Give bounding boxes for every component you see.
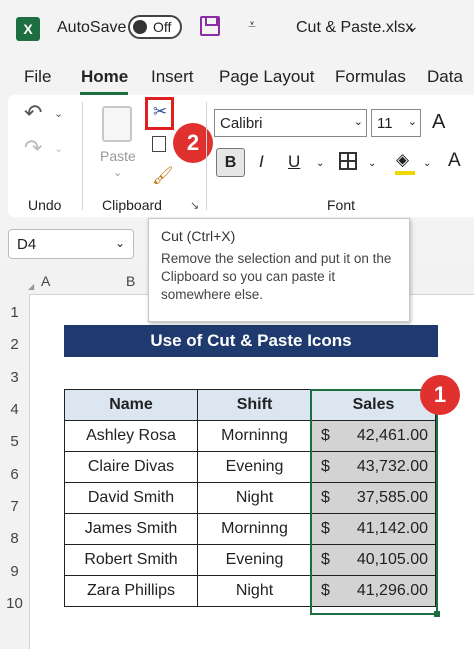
- selection-border: [310, 389, 438, 615]
- cut-button[interactable]: ✂: [145, 97, 174, 130]
- tooltip-description: Remove the selection and put it on the C…: [161, 251, 392, 302]
- grow-font-icon[interactable]: A: [432, 111, 445, 134]
- font-name-select[interactable]: Calibri ⌄: [214, 109, 367, 137]
- cell-name[interactable]: Claire Divas: [64, 451, 198, 483]
- font-size-value: 11: [377, 115, 393, 132]
- group-divider: [206, 102, 207, 210]
- chevron-down-icon[interactable]: ⌄: [407, 18, 419, 35]
- tab-file[interactable]: File: [24, 67, 51, 87]
- chevron-down-icon[interactable]: ⌄: [368, 158, 376, 169]
- tab-home[interactable]: Home: [81, 67, 128, 87]
- chevron-down-icon[interactable]: ⌄: [316, 158, 324, 169]
- fill-handle[interactable]: [434, 611, 440, 617]
- chevron-down-icon[interactable]: ⌄: [54, 107, 63, 120]
- sheet-title[interactable]: Use of Cut & Paste Icons: [64, 325, 438, 357]
- paste-label[interactable]: Paste: [100, 148, 136, 164]
- font-color-icon[interactable]: A: [448, 150, 461, 172]
- copy-icon[interactable]: [152, 136, 166, 152]
- group-divider: [82, 102, 83, 210]
- chevron-down-icon[interactable]: ⌄: [54, 142, 63, 155]
- chevron-down-icon[interactable]: ⌄: [113, 166, 122, 179]
- customize-qat-icon[interactable]: ⩡: [248, 16, 256, 33]
- cut-tooltip: Cut (Ctrl+X) Remove the selection and pu…: [148, 218, 410, 322]
- row-header[interactable]: 2: [0, 336, 29, 353]
- cell-shift[interactable]: Night: [197, 482, 312, 514]
- clipboard-group-label: Clipboard: [102, 197, 162, 213]
- header-name[interactable]: Name: [64, 389, 198, 421]
- undo-icon[interactable]: ↶: [24, 100, 42, 126]
- row-header[interactable]: 9: [0, 563, 29, 580]
- tooltip-title: Cut (Ctrl+X): [161, 228, 236, 244]
- redo-icon[interactable]: ↷: [24, 135, 42, 161]
- font-group-label: Font: [327, 197, 356, 213]
- header-shift[interactable]: Shift: [197, 389, 312, 421]
- tab-formulas[interactable]: Formulas: [335, 67, 406, 87]
- step-badge-2: 2: [173, 123, 213, 163]
- cell-shift[interactable]: Evening: [197, 544, 312, 576]
- bold-button[interactable]: B: [216, 148, 245, 177]
- font-size-select[interactable]: 11 ⌄: [371, 109, 421, 137]
- cell-shift[interactable]: Night: [197, 575, 312, 607]
- file-name[interactable]: Cut & Paste.xlsx: [296, 19, 413, 37]
- cut-icon: ✂: [153, 102, 168, 121]
- cell-shift[interactable]: Morninng: [197, 420, 312, 452]
- fill-color-swatch: [395, 171, 415, 175]
- paste-icon[interactable]: [102, 106, 132, 142]
- undo-group-label: Undo: [28, 197, 62, 213]
- cell-name[interactable]: Zara Phillips: [64, 575, 198, 607]
- column-header-b[interactable]: B: [126, 273, 135, 289]
- cell-name[interactable]: Ashley Rosa: [64, 420, 198, 452]
- format-painter-icon[interactable]: 🖌: [152, 166, 174, 186]
- name-box-value: D4: [17, 236, 37, 253]
- fill-color-icon[interactable]: ◈: [396, 150, 409, 170]
- save-icon[interactable]: [200, 16, 220, 36]
- cell-name[interactable]: David Smith: [64, 482, 198, 514]
- row-header[interactable]: 5: [0, 433, 29, 450]
- tab-page-layout[interactable]: Page Layout: [219, 67, 314, 87]
- row-header[interactable]: 3: [0, 369, 29, 386]
- font-name-value: Calibri: [220, 115, 263, 132]
- row-header[interactable]: 6: [0, 466, 29, 483]
- cell-shift[interactable]: Morninng: [197, 513, 312, 545]
- dialog-launcher-icon[interactable]: ↘: [190, 199, 199, 212]
- borders-icon[interactable]: [339, 152, 357, 170]
- italic-button[interactable]: I: [259, 152, 264, 172]
- name-box[interactable]: D4 ⌄: [8, 229, 134, 259]
- autosave-label: AutoSave: [57, 19, 127, 36]
- chevron-down-icon: ⌄: [114, 236, 125, 250]
- cell-name[interactable]: Robert Smith: [64, 544, 198, 576]
- tab-insert[interactable]: Insert: [151, 67, 194, 87]
- row-header[interactable]: 8: [0, 530, 29, 547]
- excel-logo-icon: X: [16, 17, 40, 41]
- toggle-knob: [133, 20, 147, 34]
- underline-button[interactable]: U: [288, 152, 300, 172]
- autosave-state: Off: [153, 19, 172, 35]
- row-header[interactable]: 4: [0, 401, 29, 418]
- cell-shift[interactable]: Evening: [197, 451, 312, 483]
- chevron-down-icon[interactable]: ⌄: [423, 158, 431, 169]
- autosave-toggle[interactable]: Off: [128, 15, 182, 39]
- step-badge-1: 1: [420, 375, 460, 415]
- chevron-down-icon: ⌄: [353, 116, 363, 128]
- tab-data[interactable]: Data: [427, 67, 463, 87]
- row-header[interactable]: 1: [0, 304, 29, 321]
- row-header[interactable]: 7: [0, 498, 29, 515]
- select-all-icon[interactable]: ◢: [28, 282, 34, 291]
- chevron-down-icon: ⌄: [407, 116, 417, 128]
- column-header-a[interactable]: A: [41, 273, 50, 289]
- row-header[interactable]: 10: [0, 595, 29, 612]
- cell-name[interactable]: James Smith: [64, 513, 198, 545]
